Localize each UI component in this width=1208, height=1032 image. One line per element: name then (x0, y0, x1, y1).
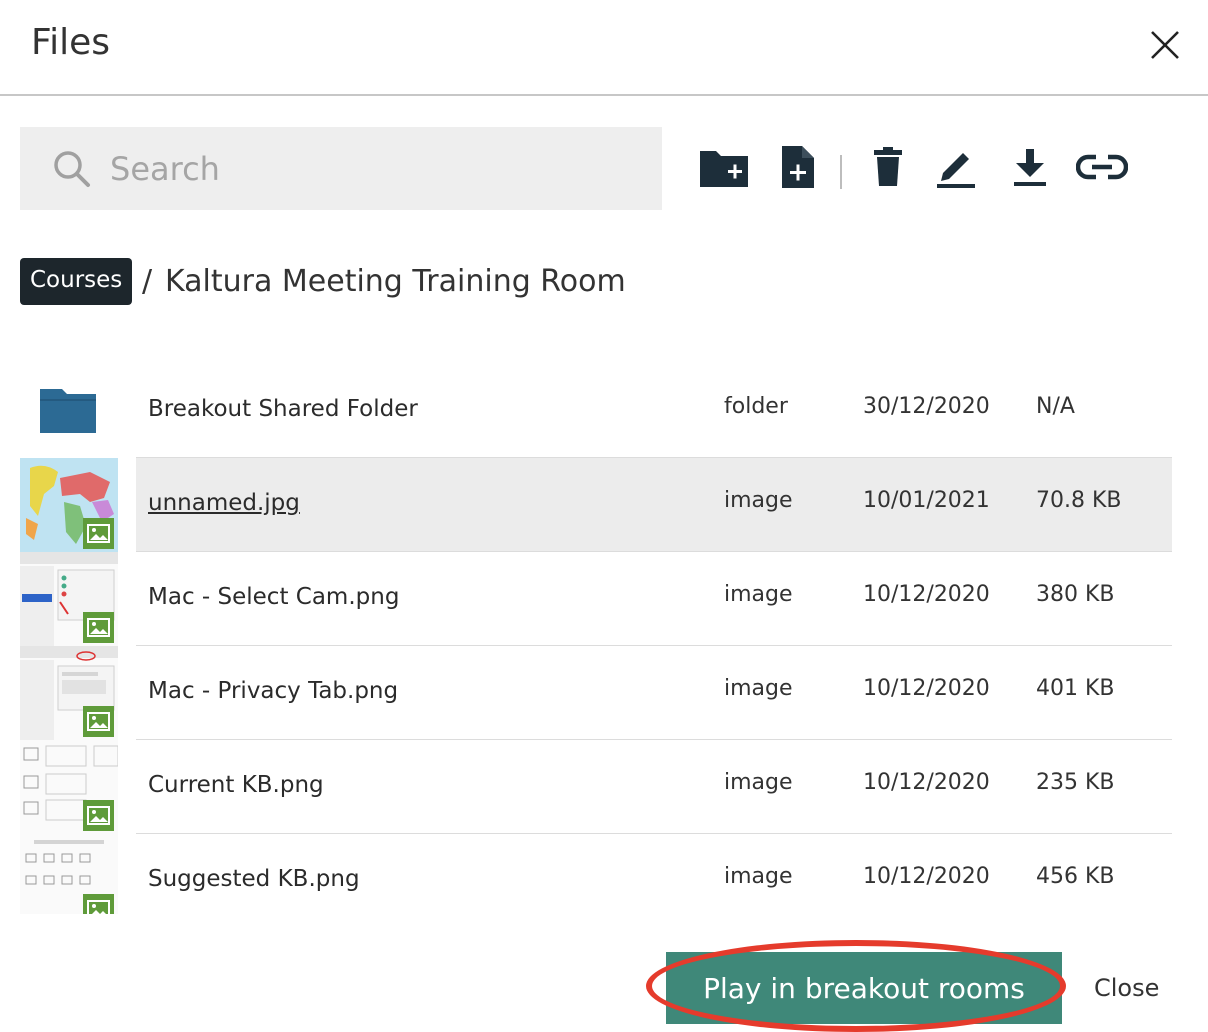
file-size: 380 KB (1036, 582, 1115, 607)
image-thumbnail (20, 552, 118, 646)
breadcrumb-root[interactable]: Courses (20, 258, 133, 305)
folder-icon (40, 389, 96, 433)
image-type-icon (87, 900, 110, 914)
file-size: N/A (1036, 394, 1075, 419)
file-name: Current KB.png (148, 772, 324, 798)
file-name-link[interactable]: unnamed.jpg (148, 490, 300, 516)
toolbar-divider (840, 155, 842, 189)
image-type-icon (87, 618, 110, 637)
file-row-selected[interactable]: unnamed.jpg image 10/01/2021 70.8 KB (0, 458, 1208, 552)
search-icon (54, 151, 90, 187)
file-name: Breakout Shared Folder (148, 396, 418, 422)
file-size: 70.8 KB (1036, 488, 1122, 513)
file-date: 10/12/2020 (863, 582, 990, 607)
file-type: image (724, 676, 793, 701)
breadcrumb-current: Kaltura Meeting Training Room (165, 264, 626, 299)
file-type: image (724, 770, 793, 795)
dialog-title: Files (31, 22, 110, 63)
image-type-icon (87, 524, 110, 543)
file-row[interactable]: Mac - Select Cam.png image 10/12/2020 38… (0, 552, 1208, 646)
file-name: Suggested KB.png (148, 866, 360, 892)
file-row[interactable]: Current KB.png image 10/12/2020 235 KB (0, 740, 1208, 834)
new-folder-button[interactable] (696, 143, 752, 191)
file-date: 10/12/2020 (863, 770, 990, 795)
copy-link-button[interactable] (1074, 143, 1130, 191)
close-button[interactable]: Close (1094, 974, 1159, 1002)
file-type: image (724, 582, 793, 607)
new-folder-icon (700, 151, 748, 187)
image-thumbnail (20, 646, 118, 740)
image-thumbnail (20, 740, 118, 834)
file-row[interactable]: Breakout Shared Folder folder 30/12/2020… (0, 364, 1208, 458)
file-date: 10/01/2021 (863, 488, 990, 513)
file-name: Mac - Privacy Tab.png (148, 678, 399, 704)
file-type: image (724, 864, 793, 889)
file-size: 401 KB (1036, 676, 1115, 701)
file-type: folder (724, 394, 788, 419)
file-name: Mac - Select Cam.png (148, 584, 400, 610)
close-icon[interactable] (1148, 28, 1182, 62)
file-row[interactable]: Mac - Privacy Tab.png image 10/12/2020 4… (0, 646, 1208, 740)
rename-icon (937, 153, 975, 188)
image-type-icon (87, 806, 110, 825)
file-date: 30/12/2020 (863, 394, 990, 419)
image-type-icon (87, 712, 110, 731)
search-input[interactable] (108, 143, 632, 195)
delete-icon (874, 147, 902, 186)
download-button[interactable] (1002, 143, 1058, 191)
search-box[interactable] (20, 127, 662, 210)
new-file-icon (782, 146, 814, 188)
new-file-button[interactable] (770, 143, 826, 191)
delete-button[interactable] (860, 143, 916, 191)
play-in-breakout-rooms-button[interactable]: Play in breakout rooms (666, 952, 1062, 1024)
file-date: 10/12/2020 (863, 676, 990, 701)
dialog-header: Files (0, 0, 1208, 96)
image-thumbnail (20, 834, 118, 914)
file-list: Breakout Shared Folder folder 30/12/2020… (0, 364, 1208, 914)
file-size: 235 KB (1036, 770, 1115, 795)
link-icon (1076, 154, 1128, 180)
download-icon (1014, 149, 1046, 186)
file-date: 10/12/2020 (863, 864, 990, 889)
file-size: 456 KB (1036, 864, 1115, 889)
file-type: image (724, 488, 793, 513)
breadcrumb-separator: / (142, 264, 153, 299)
image-thumbnail (20, 458, 118, 552)
file-row[interactable]: Suggested KB.png image 10/12/2020 456 KB (0, 834, 1208, 914)
rename-button[interactable] (928, 143, 984, 191)
